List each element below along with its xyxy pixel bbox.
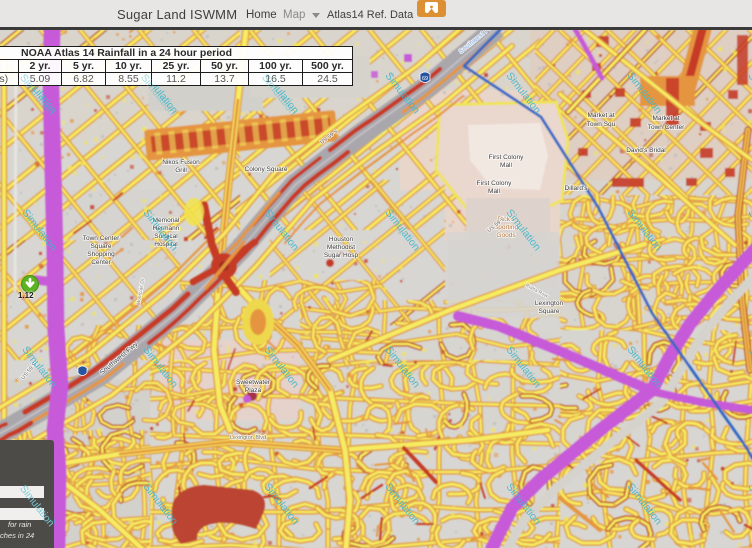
svg-text:Town Center: Town Center bbox=[648, 124, 685, 131]
svg-text:Colony Square: Colony Square bbox=[245, 166, 288, 173]
svg-text:Lexington: Lexington bbox=[535, 300, 564, 307]
svg-text:Mall: Mall bbox=[500, 162, 512, 169]
svg-text:Nikos Fusion: Nikos Fusion bbox=[162, 159, 200, 166]
svg-text:Town Squ: Town Squ bbox=[587, 121, 616, 128]
svg-text:Market at: Market at bbox=[652, 115, 679, 122]
svg-text:Goods: Goods bbox=[496, 232, 516, 239]
svg-text:Methodist: Methodist bbox=[327, 244, 355, 251]
svg-text:First Colony: First Colony bbox=[489, 154, 524, 161]
svg-text:Mall: Mall bbox=[488, 188, 500, 195]
svg-text:69: 69 bbox=[422, 76, 428, 82]
svg-text:Center: Center bbox=[91, 259, 111, 266]
svg-text:Lexington Blvd: Lexington Blvd bbox=[230, 435, 266, 441]
svg-text:Shopping: Shopping bbox=[87, 251, 115, 258]
svg-text:Plaza: Plaza bbox=[245, 387, 262, 394]
svg-text:Sugar Hosp: Sugar Hosp bbox=[324, 252, 359, 259]
svg-text:David's Bridal: David's Bridal bbox=[626, 147, 666, 154]
svg-text:First Colony: First Colony bbox=[477, 180, 512, 187]
svg-text:Market at: Market at bbox=[587, 112, 614, 119]
svg-text:Square: Square bbox=[91, 243, 112, 250]
svg-text:Town Center: Town Center bbox=[83, 235, 120, 242]
svg-text:Dillard's: Dillard's bbox=[565, 185, 589, 192]
svg-text:Square: Square bbox=[539, 308, 560, 315]
svg-text:Grill: Grill bbox=[175, 167, 187, 174]
svg-text:Sweetwater: Sweetwater bbox=[236, 379, 271, 386]
svg-text:Houston: Houston bbox=[329, 236, 354, 243]
